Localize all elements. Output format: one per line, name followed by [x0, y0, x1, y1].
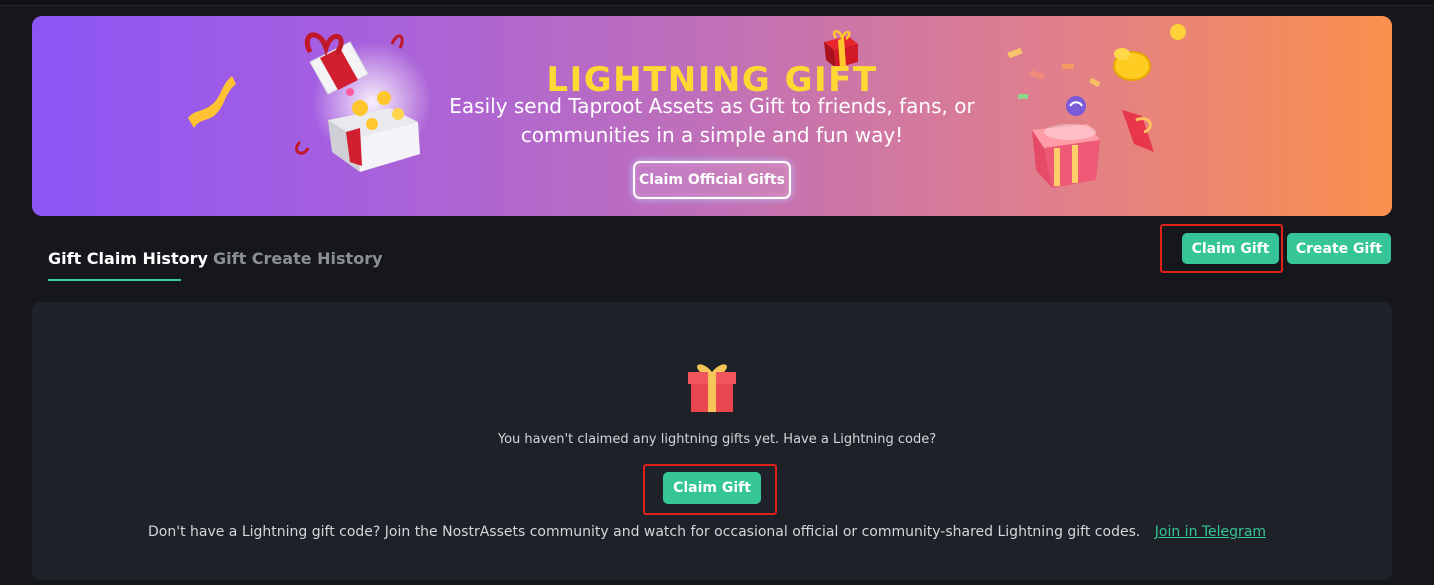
top-divider: [0, 0, 1434, 6]
tab-gift-claim-history[interactable]: Gift Claim History: [48, 249, 208, 268]
community-info-text: Don't have a Lightning gift code? Join t…: [148, 524, 1141, 540]
gift-icon: [688, 364, 736, 412]
active-tab-indicator: [48, 279, 181, 281]
create-gift-button[interactable]: Create Gift: [1287, 233, 1391, 264]
community-info-line: Don't have a Lightning gift code? Join t…: [148, 524, 1266, 540]
tab-gift-create-history[interactable]: Gift Create History: [213, 249, 383, 268]
claim-gift-button[interactable]: Claim Gift: [1182, 233, 1279, 264]
empty-state-claim-gift-button[interactable]: Claim Gift: [663, 472, 761, 504]
lightning-gift-banner: LIGHTNING GIFT Easily send Taproot Asset…: [32, 16, 1392, 216]
empty-state-message: You haven't claimed any lightning gifts …: [497, 432, 937, 447]
gift-with-coins-icon: [1007, 24, 1186, 188]
claim-official-gifts-button[interactable]: Claim Official Gifts: [633, 161, 791, 199]
join-telegram-link[interactable]: Join in Telegram: [1155, 524, 1266, 540]
banner-subtitle: Easily send Taproot Assets as Gift to fr…: [449, 94, 975, 147]
open-gift-box-icon: [295, 32, 432, 172]
